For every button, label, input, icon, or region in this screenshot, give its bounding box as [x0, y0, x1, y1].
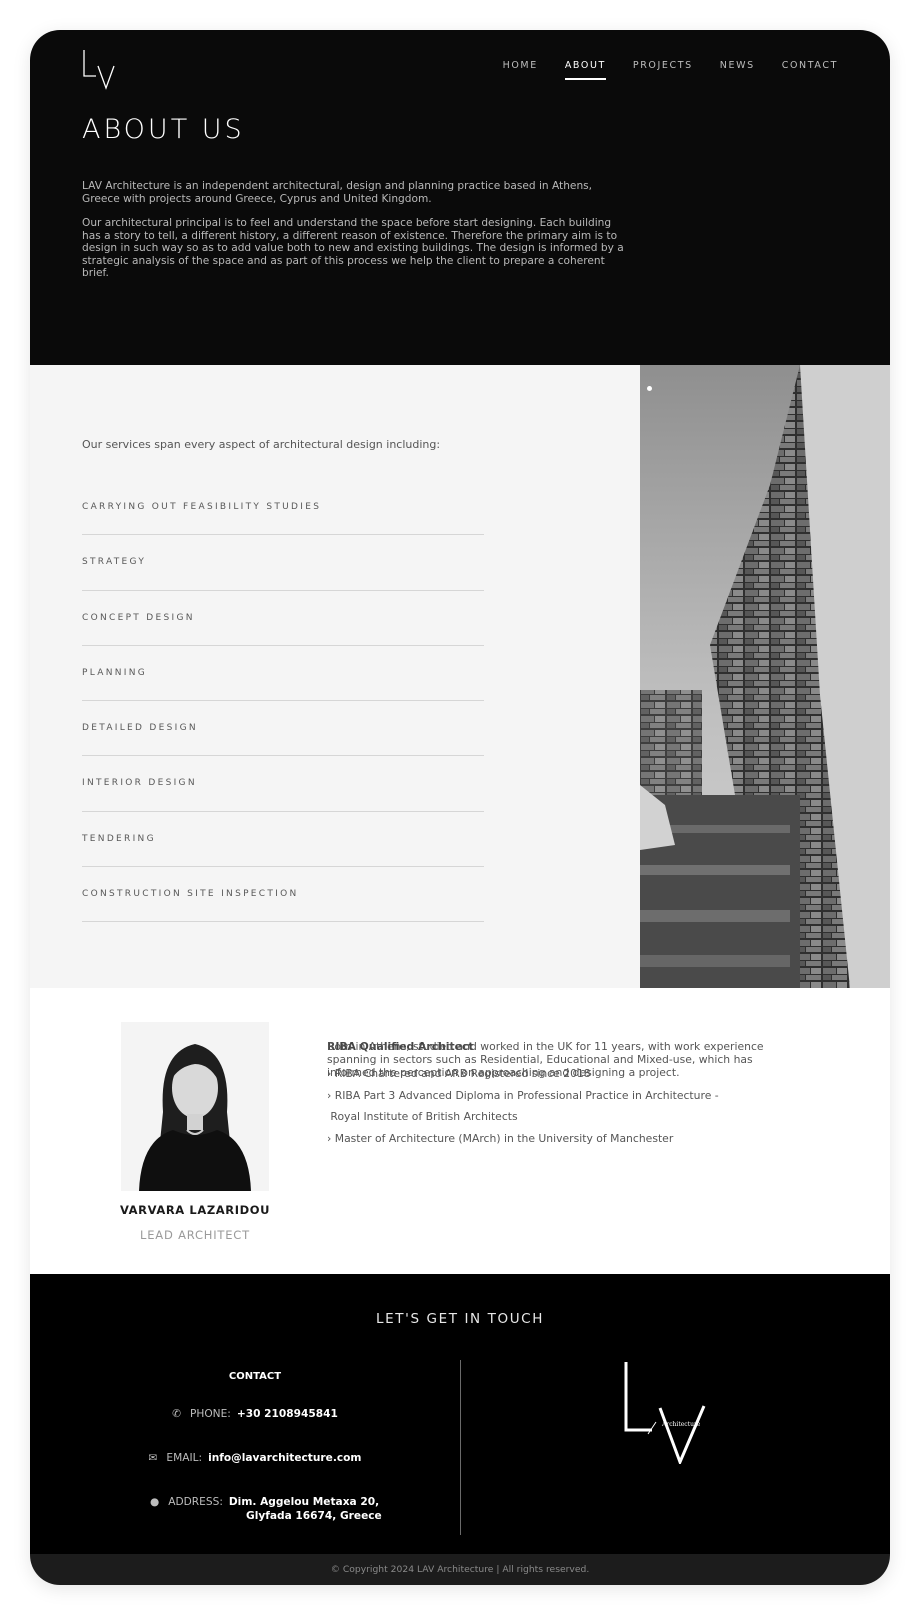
page-title: ABOUT US — [82, 114, 245, 145]
copyright-text: © Copyright 2024 LAV Architecture | All … — [330, 1564, 590, 1575]
service-label: CONCEPT DESIGN — [82, 612, 195, 623]
services-section: Our services span every aspect of archit… — [30, 365, 640, 988]
footer-divider — [460, 1360, 461, 1535]
service-label: CARRYING OUT FEASIBILITY STUDIES — [82, 502, 322, 512]
about-hero: HOME ABOUT PROJECTS NEWS CONTACT ABOUT U… — [30, 30, 890, 365]
credential-item: › Master of Architecture (MArch) in the … — [327, 1131, 674, 1145]
map-marker-icon: ● — [150, 1496, 160, 1508]
principle-paragraph: Our architectural principal is to feel a… — [82, 217, 624, 280]
service-item: CONCEPT DESIGN — [82, 591, 484, 646]
phone-link[interactable]: +30 2108945841 — [237, 1408, 338, 1420]
service-item: CARRYING OUT FEASIBILITY STUDIES — [82, 480, 484, 536]
email-row: ✉ EMAIL: info@lavarchitecture.com — [148, 1452, 362, 1464]
service-label: DETAILED DESIGN — [82, 723, 198, 734]
stone-wall-photo — [640, 365, 890, 988]
chevron-right-icon: › — [327, 1088, 335, 1102]
address-line-2: Glyfada 16674, Greece — [246, 1510, 382, 1522]
nav-about[interactable]: ABOUT — [564, 60, 607, 80]
email-link[interactable]: info@lavarchitecture.com — [208, 1452, 361, 1464]
main-nav: HOME ABOUT PROJECTS NEWS CONTACT — [476, 60, 838, 80]
service-label: TENDERING — [82, 833, 156, 844]
copyright-bar: © Copyright 2024 LAV Architecture | All … — [30, 1554, 890, 1585]
phone-icon: ✆ — [172, 1408, 181, 1420]
service-item: TENDERING — [82, 812, 484, 868]
nav-news[interactable]: NEWS — [720, 60, 755, 80]
address-row: ● ADDRESS: Dim. Aggelou Metaxa 20, Glyfada… — [150, 1496, 382, 1522]
footer: LET'S GET IN TOUCH CONTACT ✆ PHONE: +30 21… — [30, 1274, 890, 1554]
credential-item: › RIBA Part 3 Advanced Diploma in Profes… — [327, 1088, 719, 1102]
service-label: INTERIOR DESIGN — [82, 778, 197, 789]
chevron-right-icon: › — [327, 1131, 335, 1145]
service-label: PLANNING — [82, 667, 148, 678]
page-frame: HOME ABOUT PROJECTS NEWS CONTACT ABOUT U… — [30, 30, 890, 1585]
intro-paragraph: LAV Architecture is an independent archi… — [82, 180, 593, 205]
nav-home[interactable]: HOME — [503, 60, 538, 80]
nav-contact[interactable]: CONTACT — [782, 60, 838, 80]
services-list: CARRYING OUT FEASIBILITY STUDIES STRATEG… — [82, 480, 484, 923]
service-label: CONSTRUCTION SITE INSPECTION — [82, 889, 299, 900]
service-item: DETAILED DESIGN — [82, 701, 484, 757]
address-line-1: Dim. Aggelou Metaxa 20, — [228, 1496, 380, 1508]
service-item: STRATEGY — [82, 535, 484, 591]
architect-role: LEAD ARCHITECT — [140, 1228, 250, 1242]
footer-logo-subtext: Architecture — [661, 1421, 701, 1428]
site-logo[interactable] — [82, 48, 116, 90]
service-item: PLANNING — [82, 646, 484, 702]
credential-item-continued: Royal Institute of British Architects — [327, 1110, 518, 1123]
service-label: STRATEGY — [82, 557, 147, 568]
footer-title: LET'S GET IN TOUCH — [376, 1311, 544, 1327]
carousel-dot[interactable] — [647, 386, 652, 391]
team-section: VARVARA LAZARIDOU LEAD ARCHITECT RIBA Qu… — [30, 988, 890, 1274]
envelope-icon: ✉ — [148, 1452, 158, 1464]
architect-bio: Born in Athens, studied and worked in th… — [327, 1040, 764, 1079]
nav-projects[interactable]: PROJECTS — [633, 60, 693, 80]
service-item: INTERIOR DESIGN — [82, 756, 484, 812]
architect-portrait — [121, 1022, 269, 1191]
services-intro: Our services span every aspect of archit… — [82, 438, 441, 451]
phone-row: ✆ PHONE: +30 2108945841 — [172, 1408, 338, 1420]
service-item: CONSTRUCTION SITE INSPECTION — [82, 867, 484, 923]
architect-name: VARVARA LAZARIDOU — [119, 1203, 271, 1217]
contact-heading: CONTACT — [228, 1371, 282, 1382]
footer-logo[interactable]: Architecture — [624, 1360, 708, 1464]
